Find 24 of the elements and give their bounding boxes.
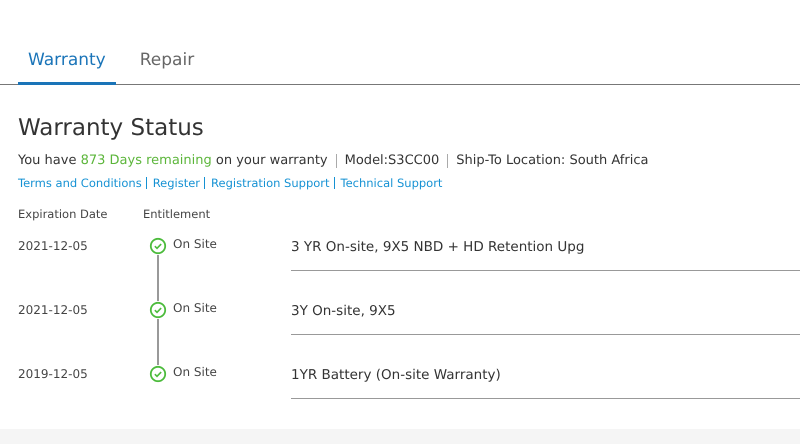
link[interactable]: Terms and Conditions <box>18 176 142 190</box>
expiration-date: 2021-12-05 <box>18 302 89 317</box>
location-text: Ship-To Location: South Africa <box>456 153 648 168</box>
link[interactable]: Registration Support <box>211 176 330 190</box>
expiration-date: 2019-12-05 <box>18 366 89 381</box>
warranty-description: 3Y On-site, 9X5 <box>291 303 396 319</box>
entitlement-text: On Site <box>173 237 218 251</box>
link[interactable]: Register <box>152 176 200 190</box>
expiration-date: 2021-12-05 <box>18 238 89 253</box>
page-title: Warranty Status <box>18 115 205 141</box>
column-header: Expiration Date <box>18 207 109 223</box>
tab[interactable]: Warranty <box>18 40 116 85</box>
column-header: Entitlement <box>143 207 212 223</box>
warranty-description: 3 YR On-site, 9X5 NBD + HD Retention Upg <box>291 239 584 255</box>
model-text: Model:S3CC00 <box>344 153 440 168</box>
tab[interactable]: Repair <box>130 40 204 85</box>
check-circle-icon <box>149 237 167 255</box>
check-circle-icon <box>149 301 167 319</box>
check-circle-icon <box>149 365 167 383</box>
entitlement-text: On Site <box>173 301 218 315</box>
warranty-description: 1YR Battery (On-site Warranty) <box>291 367 501 383</box>
entitlement-text: On Site <box>173 365 218 379</box>
remaining-text: You have 873 Days remaining on your warranty <box>18 153 328 168</box>
link[interactable]: Technical Support <box>340 176 442 190</box>
